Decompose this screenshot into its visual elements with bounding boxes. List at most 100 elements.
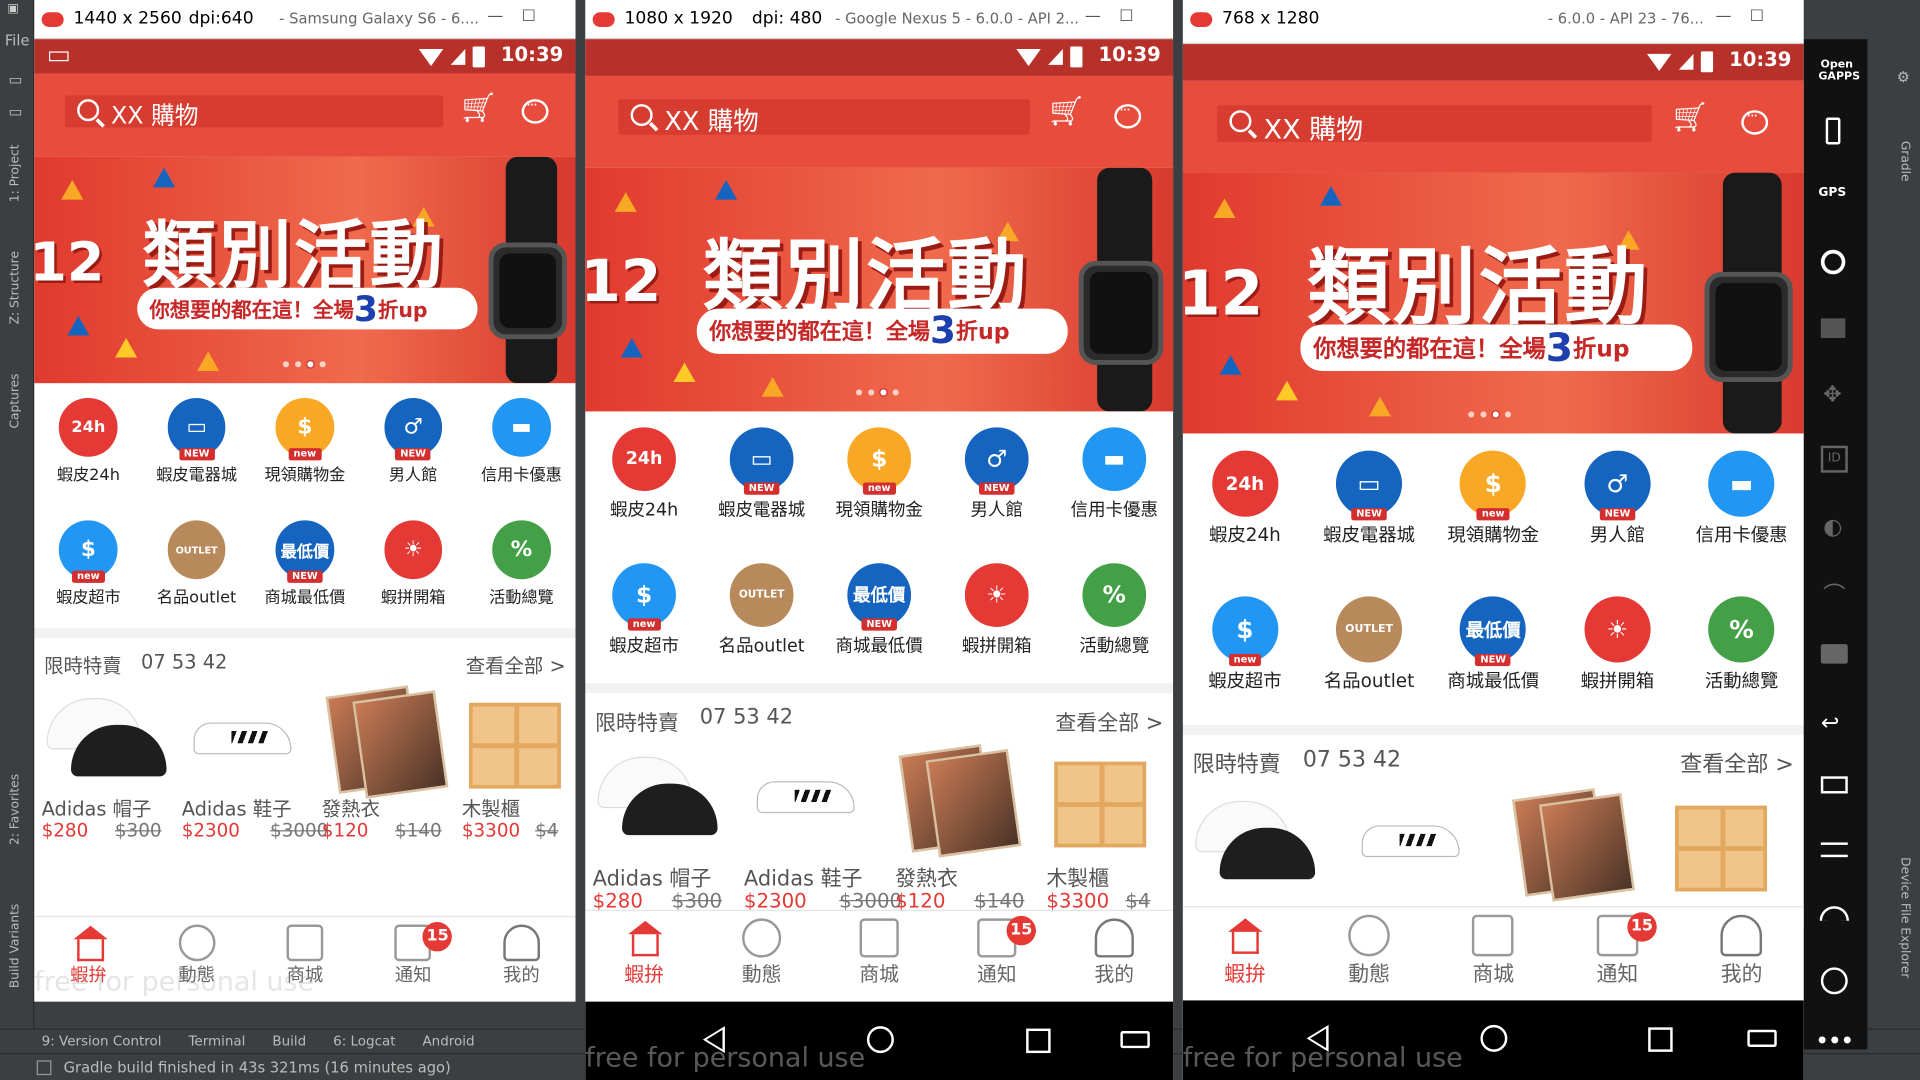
category-lightbulb[interactable]: ☀ 蝦拼開箱 (938, 563, 1056, 657)
tab-build-variants[interactable]: Build Variants (9, 904, 22, 988)
tab-android[interactable]: Android (422, 1033, 474, 1049)
category-24h[interactable]: 24h 蝦皮24h (1183, 450, 1307, 548)
category-supermarket[interactable]: $ new 蝦皮超市 (585, 563, 703, 657)
nav-home[interactable]: 蝦拚 (585, 918, 703, 987)
product-card[interactable]: Adidas 帽子$280 $300 (42, 685, 182, 847)
category-coin[interactable]: $ new 現領購物金 (820, 427, 938, 521)
tab-terminal[interactable]: Terminal (188, 1033, 245, 1049)
search-bar[interactable]: XX 購物 (1217, 105, 1652, 146)
category-24h[interactable]: 24h 蝦皮24h (34, 398, 142, 485)
category-discount-tag[interactable]: % 活動總覽 (467, 520, 575, 607)
carousel-dot[interactable] (855, 389, 862, 396)
power-icon[interactable] (1820, 967, 1848, 995)
carousel-dot[interactable] (307, 361, 314, 368)
category-coin[interactable]: $ new 現領購物金 (1431, 450, 1555, 548)
category-discount-tag[interactable]: % 活動總覽 (1680, 596, 1804, 693)
gps-button[interactable]: GPS (1818, 186, 1846, 199)
nav-notification[interactable]: 通知 15 (359, 922, 467, 986)
minimize-button[interactable]: — (1085, 7, 1101, 25)
tab-captures[interactable]: Captures (9, 373, 22, 428)
nav-home[interactable]: 蝦拚 (1183, 915, 1307, 987)
recent-apps-icon[interactable] (1648, 1027, 1673, 1052)
category-credit-card[interactable]: ▬ 信用卡優惠 (1056, 427, 1174, 521)
category-outlet[interactable]: OUTLET 名品outlet (143, 520, 251, 607)
tab-structure[interactable]: Z: Structure (9, 251, 22, 324)
category-man[interactable]: ♂ NEW 男人館 (359, 398, 467, 485)
more-button[interactable]: ••• (1816, 1029, 1854, 1052)
minimize-button[interactable]: — (1716, 7, 1732, 25)
nav-notification[interactable]: 通知 15 (938, 915, 1056, 987)
tab-favorites[interactable]: 2: Favorites (9, 774, 22, 845)
promo-banner[interactable]: 12 類別活動 你想要的都在這！全場 3 折up (34, 156, 576, 384)
product-card[interactable]: 木製櫃$3300 $4 (462, 685, 576, 847)
category-outlet[interactable]: OUTLET 名品outlet (703, 563, 821, 657)
nav-profile[interactable]: 我的 (1056, 918, 1174, 987)
view-all-link[interactable]: 查看全部 > (1055, 705, 1163, 735)
move-icon[interactable]: ✥ (1823, 382, 1841, 408)
overview-icon[interactable] (1820, 776, 1848, 794)
category-credit-card[interactable]: ▬ 信用卡優惠 (467, 398, 575, 485)
tab-build[interactable]: Build (272, 1033, 306, 1049)
category-credit-card[interactable]: ▬ 信用卡優惠 (1680, 450, 1804, 548)
maximize-button[interactable]: ☐ (1750, 7, 1764, 25)
category-outlet[interactable]: OUTLET 名品outlet (1307, 596, 1431, 693)
category-man[interactable]: ♂ NEW 男人館 (938, 427, 1056, 521)
tab-logcat[interactable]: 6: Logcat (333, 1033, 395, 1049)
view-all-link[interactable]: 查看全部 > (1680, 747, 1794, 779)
carousel-dot[interactable] (1468, 411, 1475, 418)
category-lightbulb[interactable]: ☀ 蝦拼開箱 (1555, 596, 1679, 693)
nav-cart[interactable]: 商城 (820, 918, 938, 987)
carousel-dot[interactable] (880, 389, 887, 396)
phone-icon[interactable]: ◐ (1823, 514, 1842, 540)
carousel-dots[interactable] (855, 389, 899, 396)
maximize-button[interactable]: ☐ (522, 7, 536, 25)
category-coin[interactable]: $ new 現領購物金 (251, 398, 359, 485)
rss-icon[interactable]: ⌒ (1823, 578, 1845, 610)
home-nav-icon[interactable] (867, 1026, 895, 1054)
minimize-button[interactable]: — (487, 7, 503, 25)
home-button-icon[interactable] (1819, 906, 1849, 921)
id-button[interactable]: ID (1820, 445, 1848, 473)
camera-icon[interactable] (1820, 249, 1846, 275)
category-supermarket[interactable]: $ new 蝦皮超市 (1183, 596, 1307, 693)
category-supermarket[interactable]: $ new 蝦皮超市 (34, 520, 142, 607)
carousel-dot[interactable] (1505, 411, 1512, 418)
nav-cart[interactable]: 商城 (1431, 914, 1555, 987)
category-24h[interactable]: 24h 蝦皮24h (585, 427, 703, 521)
cart-icon[interactable]: 🛒 (1050, 97, 1084, 128)
search-bar[interactable]: XX 購物 (64, 95, 444, 130)
chat-icon[interactable] (1114, 101, 1142, 129)
keyboard-icon[interactable] (1747, 1029, 1778, 1047)
category-appliance[interactable]: ▭ NEW 蝦皮電器城 (1307, 450, 1431, 548)
product-card[interactable]: 木製櫃$3300 $4 (1046, 744, 1173, 918)
folder-icon[interactable]: ▭ (9, 71, 23, 88)
sms-icon[interactable] (1820, 644, 1848, 664)
battery-icon[interactable] (1825, 117, 1841, 145)
chat-icon[interactable] (1741, 108, 1769, 135)
carousel-dot[interactable] (892, 389, 899, 396)
view-all-link[interactable]: 查看全部 > (466, 650, 566, 678)
category-lowest-price[interactable]: 最低價 NEW 商城最低價 (251, 520, 359, 607)
file-menu[interactable]: File (5, 32, 30, 49)
nav-planet[interactable]: 動態 (703, 918, 821, 987)
category-lightbulb[interactable]: ☀ 蝦拼開箱 (359, 520, 467, 607)
status-checkbox-icon[interactable] (36, 1059, 52, 1075)
nav-planet[interactable]: 動態 (1307, 914, 1431, 987)
product-card[interactable]: Adidas 鞋子$2300 $3000 (182, 685, 328, 847)
chat-icon[interactable] (521, 97, 549, 124)
menu-icon[interactable] (1820, 842, 1848, 858)
promo-banner[interactable]: 12 類別活動 你想要的都在這！全場 3 折up (585, 167, 1174, 412)
nav-profile[interactable]: 我的 (1680, 914, 1804, 987)
home-nav-icon[interactable] (1480, 1024, 1508, 1052)
search-bar[interactable]: XX 購物 (617, 99, 1030, 136)
maximize-button[interactable]: ☐ (1119, 7, 1133, 25)
back-arrow-icon[interactable]: ↩ (1821, 710, 1839, 736)
tab-project[interactable]: 1: Project (9, 144, 22, 202)
nav-profile[interactable]: 我的 (467, 924, 575, 986)
category-man[interactable]: ♂ NEW 男人館 (1555, 450, 1679, 548)
search-input[interactable]: XX 購物 (111, 97, 198, 131)
product-card[interactable]: 發熱衣$120 $140 (322, 684, 462, 847)
folder-icon[interactable]: ▭ (9, 103, 23, 120)
media-icon[interactable] (1820, 318, 1846, 338)
product-card[interactable]: Adidas 鞋子$2300 $3000 (744, 744, 902, 918)
